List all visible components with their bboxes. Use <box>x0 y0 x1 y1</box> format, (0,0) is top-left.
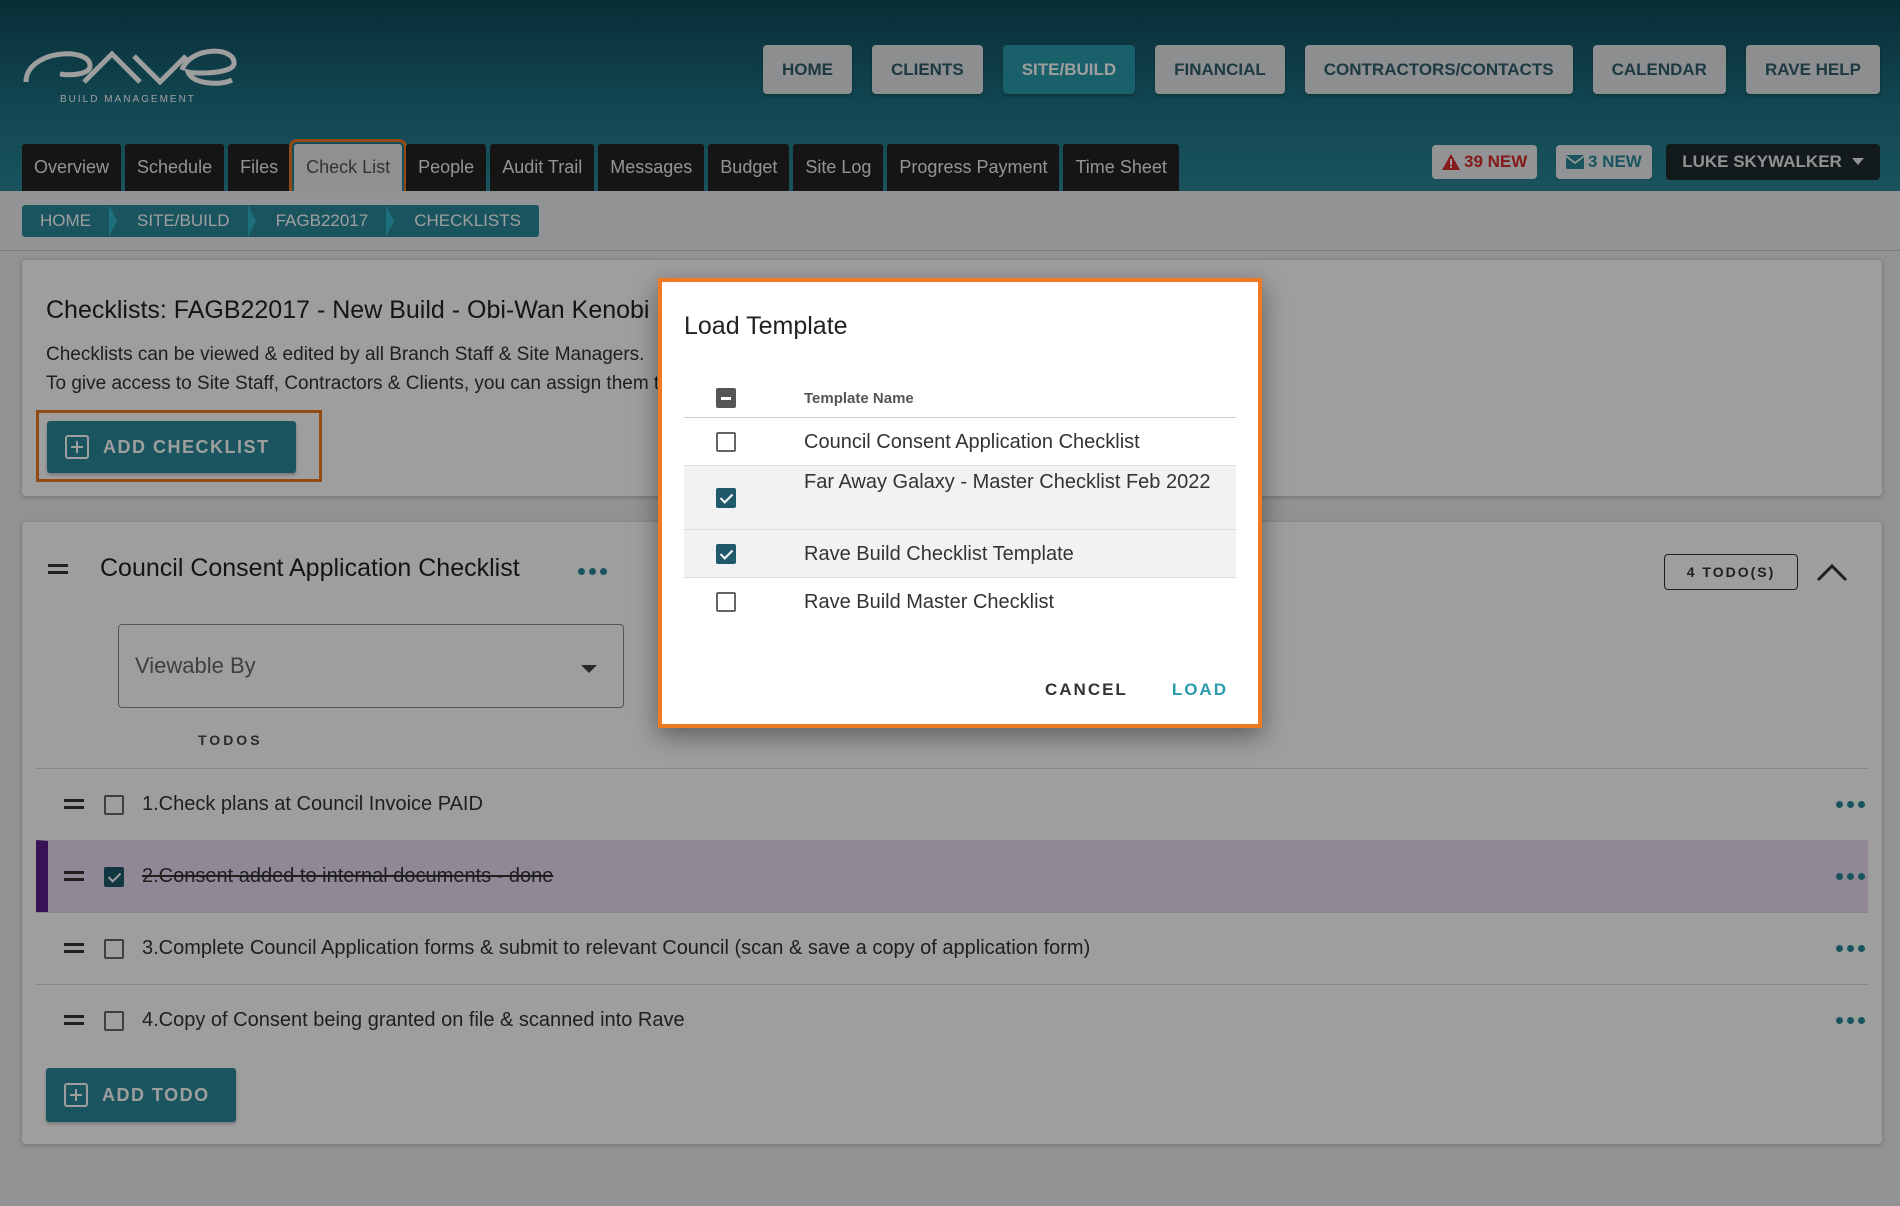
template-name: Rave Build Checklist Template <box>804 543 1074 565</box>
template-checkbox[interactable] <box>716 592 736 612</box>
template-row[interactable]: Rave Build Master Checklist <box>684 578 1236 626</box>
select-all-checkbox[interactable] <box>716 388 736 408</box>
template-row[interactable]: Council Consent Application Checklist <box>684 418 1236 466</box>
load-button[interactable]: LOAD <box>1172 680 1228 700</box>
template-name: Rave Build Master Checklist <box>804 591 1055 613</box>
template-row[interactable]: Rave Build Checklist Template <box>684 530 1236 578</box>
template-checkbox[interactable] <box>716 544 736 564</box>
load-template-dialog: Load Template Template Name Council Cons… <box>658 278 1262 728</box>
template-checkbox[interactable] <box>716 488 736 508</box>
template-checkbox[interactable] <box>716 432 736 452</box>
template-name: Council Consent Application Checklist <box>804 431 1140 453</box>
dialog-title: Load Template <box>684 312 848 340</box>
template-name-column: Template Name <box>804 390 914 407</box>
cancel-button[interactable]: CANCEL <box>1045 680 1128 700</box>
template-name: Far Away Galaxy - Master Checklist Feb 2… <box>804 471 1211 493</box>
template-row[interactable]: Far Away Galaxy - Master Checklist Feb 2… <box>684 466 1236 530</box>
template-table-header: Template Name <box>684 378 1236 418</box>
dialog-actions: CANCEL LOAD <box>1045 680 1228 700</box>
